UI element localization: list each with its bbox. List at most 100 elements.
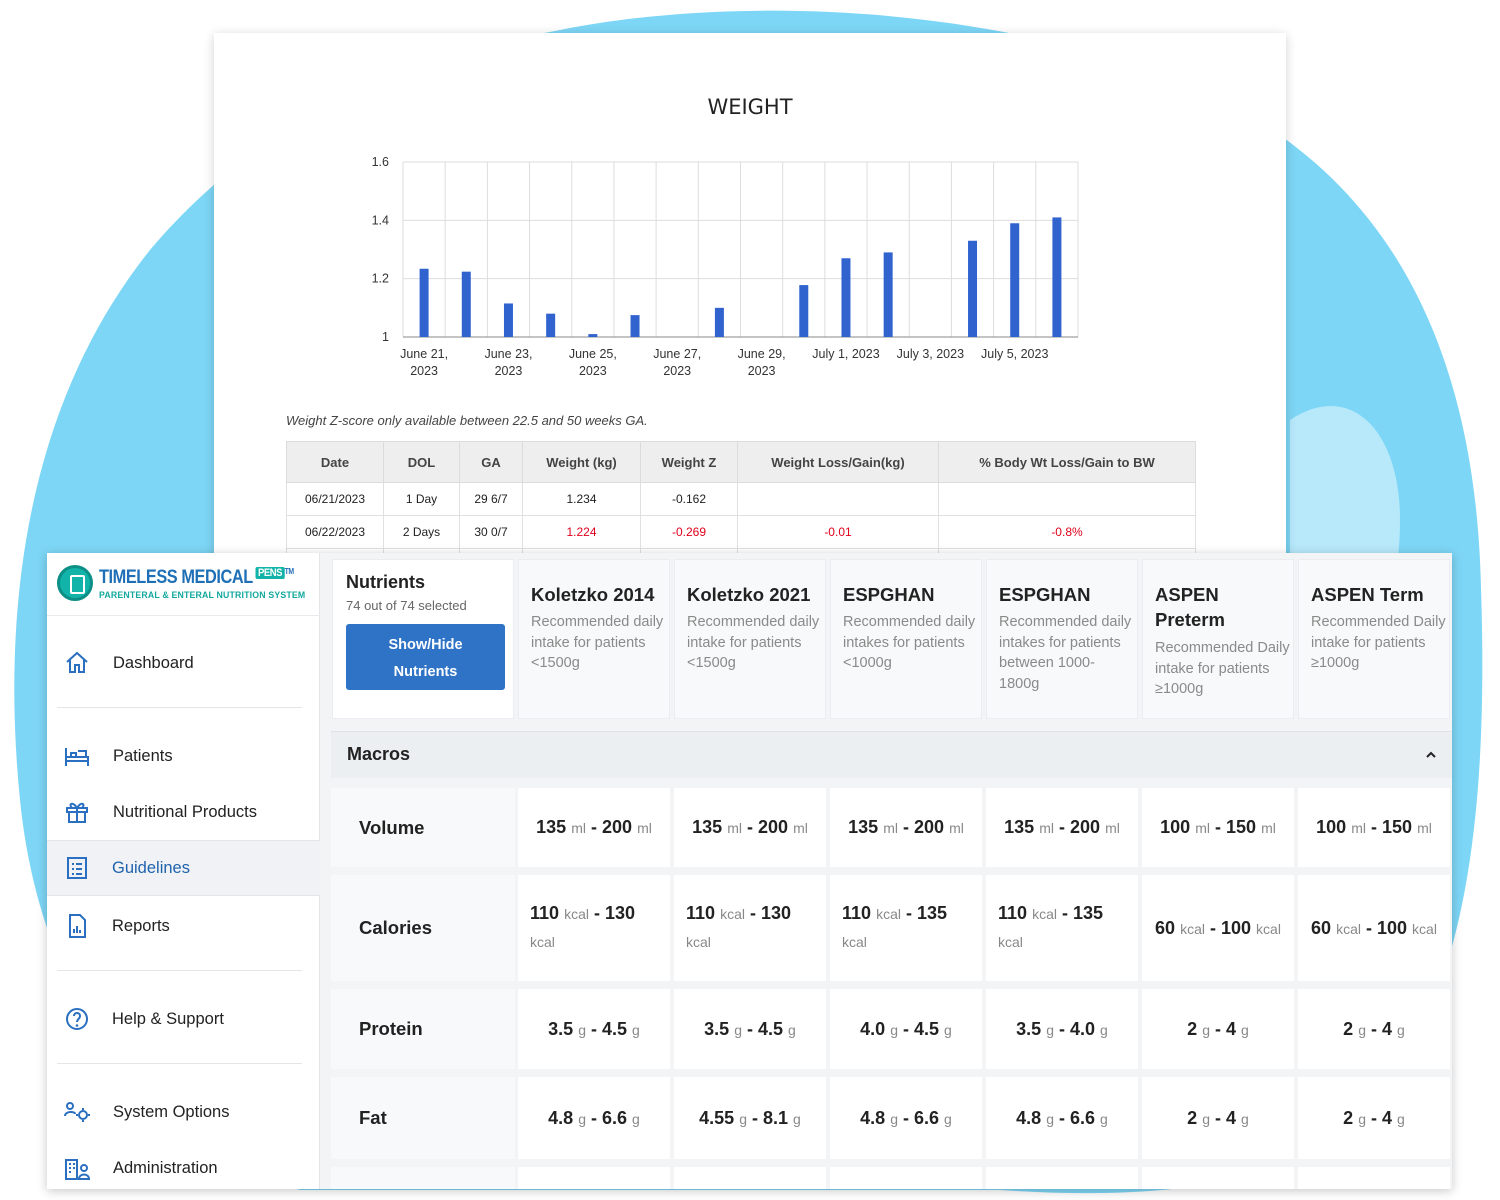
table-row: 06/22/2023 2 Days 30 0/7 1.224 -0.269 -0… <box>286 515 1196 549</box>
x-tick-label: June 21, 2023 <box>400 347 448 378</box>
bar <box>588 334 598 337</box>
guideline-header[interactable]: ESPGHAN Recommended daily intakes for pa… <box>986 559 1138 719</box>
nav-help-support[interactable]: Help & Support <box>47 995 320 1043</box>
nav-system-options[interactable]: System Options <box>47 1088 320 1136</box>
weight-bar-chart: 1 1.2 1.4 1.6 June 21, 2023 June 23, 2023 June 2… <box>372 155 1079 378</box>
guideline-header[interactable]: ESPGHAN Recommended daily intakes for pa… <box>830 559 982 719</box>
row-label-calories: Calories <box>331 875 515 981</box>
cell-date: 06/21/2023 <box>286 482 384 516</box>
guideline-header[interactable]: Koletzko 2021 Recommended daily intake f… <box>674 559 826 719</box>
cell-dol: 2 Days <box>383 515 460 549</box>
value-cell: 3.5 g - 4.5 g <box>674 989 826 1069</box>
nav-reports[interactable]: Reports <box>47 902 320 950</box>
value-cell: 110 kcal - 135 kcal <box>986 875 1138 981</box>
x-tick-label: June 25, 2023 <box>569 347 617 378</box>
guideline-header[interactable]: ASPEN Preterm Recommended Daily intake f… <box>1142 559 1294 719</box>
value-cell: 3.5 g - 4.0 g <box>986 989 1138 1069</box>
x-tick-label: July 3, 2023 <box>897 347 964 361</box>
guideline-description: Recommended daily intakes for patients <… <box>843 614 976 671</box>
value-cell: 4.0 g - 4.5 g <box>830 989 982 1069</box>
bar <box>714 307 724 337</box>
value-cell <box>674 1167 826 1189</box>
home-icon <box>66 651 88 673</box>
value-cell: 60 kcal - 100 kcal <box>1298 875 1450 981</box>
value-cell <box>518 1167 670 1189</box>
value-cell: 2 g - 4 g <box>1142 1077 1294 1159</box>
report-icon <box>69 914 86 938</box>
value-cell: 100 ml - 150 ml <box>1142 788 1294 867</box>
cell-dol: 1 Day <box>383 482 460 516</box>
col-weight-z: Weight Z <box>640 441 738 483</box>
guideline-title: Koletzko 2021 <box>687 584 811 605</box>
nav-nutritional-products[interactable]: Nutritional Products <box>47 788 320 836</box>
nav-label: Dashboard <box>113 653 194 672</box>
list-icon <box>67 857 87 879</box>
brand-name: TIMELESS MEDICAL PENS TM <box>99 567 294 588</box>
cell-weight: 1.224 <box>522 515 641 549</box>
nav-dashboard[interactable]: Dashboard <box>47 639 320 687</box>
guideline-title: Koletzko 2014 <box>531 584 655 605</box>
divider <box>57 707 302 708</box>
value-cell: 2 g - 4 g <box>1142 989 1294 1069</box>
brand-subtitle: PARENTERAL & ENTERAL NUTRITION SYSTEM <box>99 590 306 601</box>
x-tick-label: July 5, 2023 <box>981 347 1048 361</box>
cell-loss-gain: -0.01 <box>737 515 939 549</box>
guideline-description: Recommended Daily intake for patients ≥1… <box>1155 640 1290 697</box>
y-tick-label: 1.2 <box>372 272 389 286</box>
sidebar: TIMELESS MEDICAL PENS TM PARENTERAL & ENTE… <box>47 553 320 1189</box>
nav-guidelines[interactable]: Guidelines <box>47 840 320 896</box>
bar <box>968 240 978 337</box>
guideline-header[interactable]: ASPEN Term Recommended Daily intake for … <box>1298 559 1450 719</box>
value-cell: 4.55 g - 8.1 g <box>674 1077 826 1159</box>
section-title: Macros <box>347 744 411 764</box>
divider <box>57 1063 302 1064</box>
cell-ga: 30 0/7 <box>459 515 523 549</box>
guidelines-main: Nutrients 74 out of 74 selected Show/Hid… <box>328 553 1452 1189</box>
cell-weight-z: -0.269 <box>640 515 738 549</box>
divider <box>47 615 320 616</box>
nutrients-title: Nutrients <box>346 572 426 592</box>
col-loss-gain: Weight Loss/Gain(kg) <box>737 441 939 483</box>
guideline-description: Recommended daily intake for patients <1… <box>531 614 664 671</box>
value-cell: 110 kcal - 130 kcal <box>518 875 670 981</box>
row-label-protein: Protein <box>331 989 515 1069</box>
x-tick-label: June 27, 2023 <box>653 347 701 378</box>
y-tick-label: 1.4 <box>372 213 389 227</box>
bar <box>883 252 893 337</box>
guideline-description: Recommended daily intakes for patients b… <box>999 614 1132 692</box>
show-hide-nutrients-button[interactable]: Show/Hide Nutrients <box>346 624 505 690</box>
value-cell: 4.8 g - 6.6 g <box>986 1077 1138 1159</box>
bar <box>503 303 513 337</box>
nav-label: Help & Support <box>112 1009 224 1028</box>
value-cell: 4.8 g - 6.6 g <box>830 1077 982 1159</box>
guideline-description: Recommended Daily intake for patients ≥1… <box>1311 614 1446 671</box>
guideline-header[interactable]: Koletzko 2014 Recommended daily intake f… <box>518 559 670 719</box>
col-pct-loss-gain: % Body Wt Loss/Gain to BW <box>938 441 1196 483</box>
nav-administration[interactable]: Administration <box>47 1144 320 1189</box>
bar <box>630 315 640 337</box>
brand-logo[interactable]: TIMELESS MEDICAL PENS TM PARENTERAL & ENTE… <box>57 563 307 609</box>
bar <box>799 285 809 337</box>
cell-weight-z: -0.162 <box>640 482 738 516</box>
col-date: Date <box>286 441 384 483</box>
value-cell: 135 ml - 200 ml <box>674 788 826 867</box>
value-cell <box>1298 1167 1450 1189</box>
help-icon <box>66 1008 88 1030</box>
divider <box>57 970 302 971</box>
col-dol: DOL <box>383 441 460 483</box>
y-tick-label: 1.6 <box>372 155 389 169</box>
row-label-next <box>331 1167 515 1189</box>
guideline-title: ESPGHAN <box>999 584 1091 605</box>
nav-label: Patients <box>113 746 173 765</box>
value-cell: 2 g - 4 g <box>1298 1077 1450 1159</box>
zscore-note: Weight Z-score only available between 22… <box>286 413 648 428</box>
chevron-up-icon[interactable] <box>1424 748 1438 762</box>
cell-loss-gain <box>737 482 939 516</box>
bar <box>546 313 556 337</box>
nav-patients[interactable]: Patients <box>47 732 320 780</box>
bar <box>419 268 429 337</box>
macros-section-header[interactable]: Macros <box>331 731 1452 778</box>
nav-label: Administration <box>113 1158 218 1177</box>
value-cell: 2 g - 4 g <box>1298 989 1450 1069</box>
value-cell: 135 ml - 200 ml <box>518 788 670 867</box>
